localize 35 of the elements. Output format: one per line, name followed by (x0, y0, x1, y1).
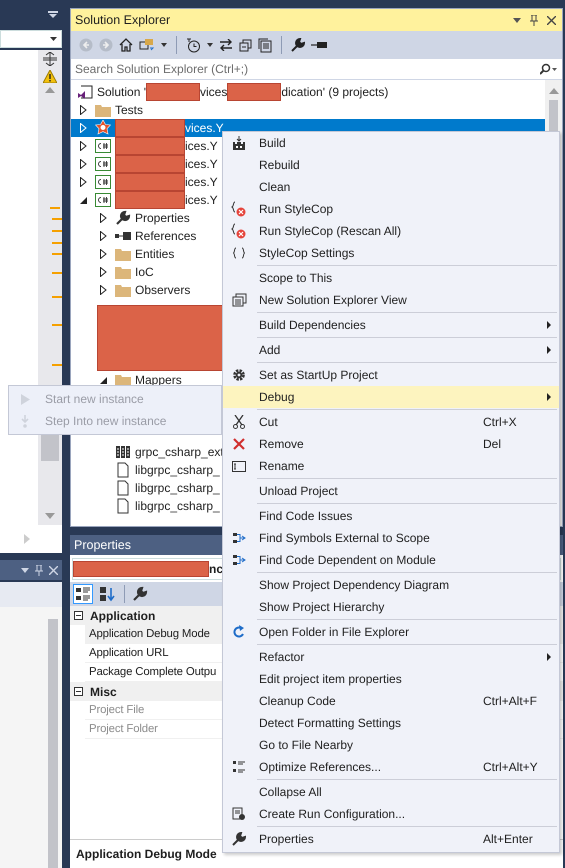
property-name: Package Complete Outpu (89, 666, 216, 678)
property-description: Application Debug Mode (76, 847, 217, 861)
tree-item-label: Mappers (135, 372, 182, 389)
tree-item-label: grpc_csharp_ext (135, 444, 224, 461)
panel-title: Properties (74, 538, 131, 552)
tree-item-label: vices.Y (185, 120, 224, 137)
property-name: Application Debug Mode (89, 628, 210, 640)
tree-item-label: Observers (135, 282, 190, 299)
panel-title: Solution Explorer (75, 13, 170, 27)
property-name: Project File (89, 704, 144, 716)
tree-item-label: libgrpc_csharp_ (135, 498, 220, 515)
tree-item-label: Entities (135, 246, 174, 263)
shortcut-label: Ctrl+Alt+F (483, 694, 538, 708)
tree-item-label: IoC (135, 264, 154, 281)
property-name: Project Folder (89, 723, 158, 735)
shortcut-label: Alt+Enter (483, 832, 534, 846)
tree-item-label: ices.Y (185, 156, 218, 173)
tree-item-label: ices.Y (185, 138, 218, 155)
shortcut-label: Ctrl+X (483, 415, 518, 429)
category-label: Application (90, 608, 156, 622)
shortcut-label: Del (483, 437, 502, 451)
object-name: nc (209, 562, 224, 576)
tree-item-label: Tests (115, 102, 144, 119)
property-name: Application URL (89, 647, 168, 659)
tree-item-label: libgrpc_csharp_ (135, 480, 220, 497)
tree-item-label: Solution ' (97, 84, 146, 101)
tree-item-label: libgrpc_csharp_ (135, 462, 220, 479)
tree-item-label: dication' (9 projects) (281, 84, 388, 101)
tree-item-label: Properties (135, 210, 190, 227)
category-label: Misc (90, 684, 117, 698)
shortcut-label: Ctrl+Alt+Y (483, 760, 539, 774)
tree-item-label: vices (200, 84, 228, 101)
tree-item-label: ices.Y (185, 192, 218, 209)
tree-item-label: References (135, 228, 196, 245)
tree-item-label: ices.Y (185, 174, 218, 191)
